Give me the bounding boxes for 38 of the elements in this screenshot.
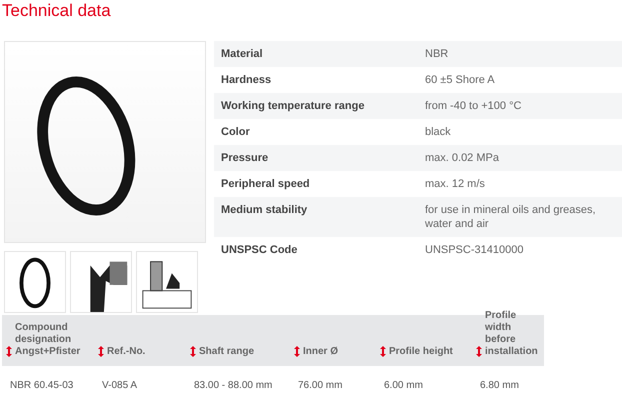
product-thumbnail[interactable]	[136, 251, 198, 313]
sort-icon[interactable]	[6, 346, 12, 357]
spec-value: black	[425, 125, 452, 139]
spec-value: for use in mineral oils and greases, water and air	[425, 203, 597, 231]
spec-value: max. 12 m/s	[425, 177, 486, 191]
table-cell-text: 76.00 mm	[297, 379, 344, 392]
column-header[interactable]: Inner Ø	[303, 346, 338, 358]
spec-label: UNSPSC Code	[221, 243, 298, 257]
spec-label: Pressure	[221, 151, 270, 165]
sort-icon[interactable]	[190, 346, 196, 357]
spec-value: NBR	[425, 47, 450, 61]
spec-label: Material	[221, 47, 264, 61]
product-thumbnail[interactable]	[70, 251, 132, 313]
column-header[interactable]: Shaft range	[199, 346, 254, 358]
spec-label: Peripheral speed	[221, 177, 311, 191]
sort-icon[interactable]	[98, 346, 104, 357]
column-header[interactable]: Compound designation Angst+Pfister	[15, 322, 94, 358]
table-cell-text: V-085 A	[101, 379, 138, 392]
spec-value: max. 0.02 MPa	[425, 151, 500, 165]
spec-label: Medium stability	[221, 203, 308, 218]
table-cell-text: 6.00 mm	[383, 379, 424, 392]
spec-value: UNSPSC-31410000	[425, 243, 524, 257]
spec-value: 60 ±5 Shore A	[425, 73, 496, 87]
table-cell-text: 6.80 mm	[479, 379, 520, 392]
column-header[interactable]: Profile height	[389, 346, 453, 358]
sort-icon[interactable]	[294, 346, 300, 357]
sort-icon[interactable]	[380, 346, 386, 357]
column-header[interactable]: Ref.-No.	[107, 346, 146, 358]
product-thumbnail[interactable]	[4, 251, 66, 313]
table-cell-text: 83.00 - 88.00 mm	[193, 379, 274, 392]
column-header[interactable]: Profile width before installation	[485, 310, 544, 358]
spec-label: Working temperature range	[221, 99, 366, 113]
spec-label: Hardness	[221, 73, 272, 87]
spec-value: from -40 to +100 °C	[425, 99, 522, 113]
table-cell-text: NBR 60.45-03	[9, 379, 74, 392]
section-title: Technical data	[1, 0, 112, 22]
sort-icon[interactable]	[476, 346, 482, 357]
spec-label: Color	[221, 125, 251, 139]
